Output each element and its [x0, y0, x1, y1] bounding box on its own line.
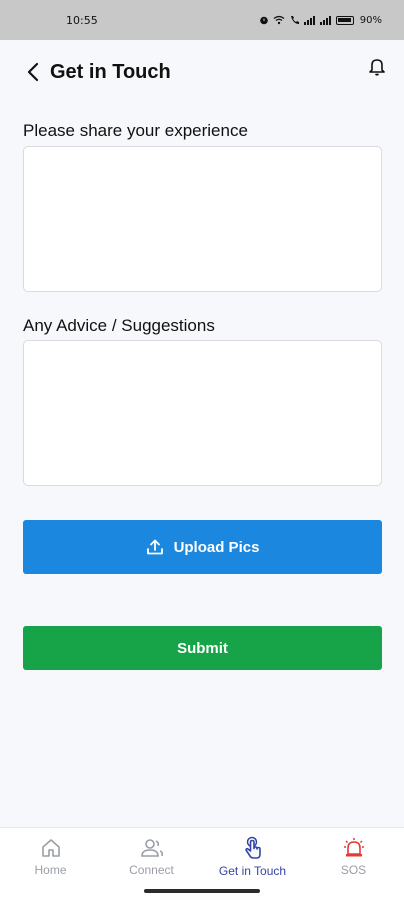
signal-icon-2 — [319, 16, 331, 25]
bell-icon — [369, 59, 385, 76]
users-icon — [140, 838, 163, 857]
nav-label-home: Home — [34, 862, 67, 877]
submit-button[interactable]: Submit — [23, 626, 382, 670]
home-icon — [41, 838, 60, 857]
nav-label-connect: Connect — [129, 862, 174, 877]
nav-item-sos[interactable]: SOS — [303, 837, 404, 877]
nav-label-sos: SOS — [340, 862, 367, 877]
home-indicator[interactable] — [144, 889, 260, 893]
wifi-icon — [273, 15, 285, 25]
submit-label: Submit — [177, 639, 228, 657]
upload-pics-label: Upload Pics — [173, 538, 260, 556]
alarm-icon — [343, 837, 364, 856]
hand-touch-icon — [244, 836, 261, 859]
status-time: 10:55 — [66, 13, 98, 27]
nav-item-connect[interactable]: Connect — [101, 837, 202, 877]
notifications-button[interactable] — [368, 57, 390, 79]
chevron-left-icon — [27, 62, 39, 82]
nav-label-get-in-touch: Get in Touch — [218, 863, 287, 878]
nav-item-home[interactable]: Home — [0, 837, 101, 877]
upload-icon — [146, 539, 163, 555]
signal-icon — [303, 16, 315, 25]
page-title: Get in Touch — [50, 60, 171, 83]
experience-label: Please share your experience — [23, 121, 248, 140]
bottom-nav: Home Connect Get in Touch SOS — [0, 827, 404, 885]
battery-percentage: 90% — [359, 14, 382, 26]
back-button[interactable] — [22, 61, 44, 83]
alarm-clock-icon — [259, 16, 268, 25]
status-icons: 90% — [259, 15, 382, 26]
call-icon — [290, 16, 299, 24]
nav-item-get-in-touch[interactable]: Get in Touch — [202, 836, 303, 878]
advice-label: Any Advice / Suggestions — [23, 316, 215, 335]
app-header: Get in Touch — [0, 40, 404, 104]
get-in-touch-screen: Get in Touch Please share your experienc… — [0, 40, 404, 900]
upload-pics-button[interactable]: Upload Pics — [23, 520, 382, 574]
battery-icon — [335, 15, 354, 25]
advice-textarea[interactable] — [23, 340, 382, 486]
status-bar: 10:55 90% — [0, 0, 404, 40]
experience-textarea[interactable] — [23, 146, 382, 292]
